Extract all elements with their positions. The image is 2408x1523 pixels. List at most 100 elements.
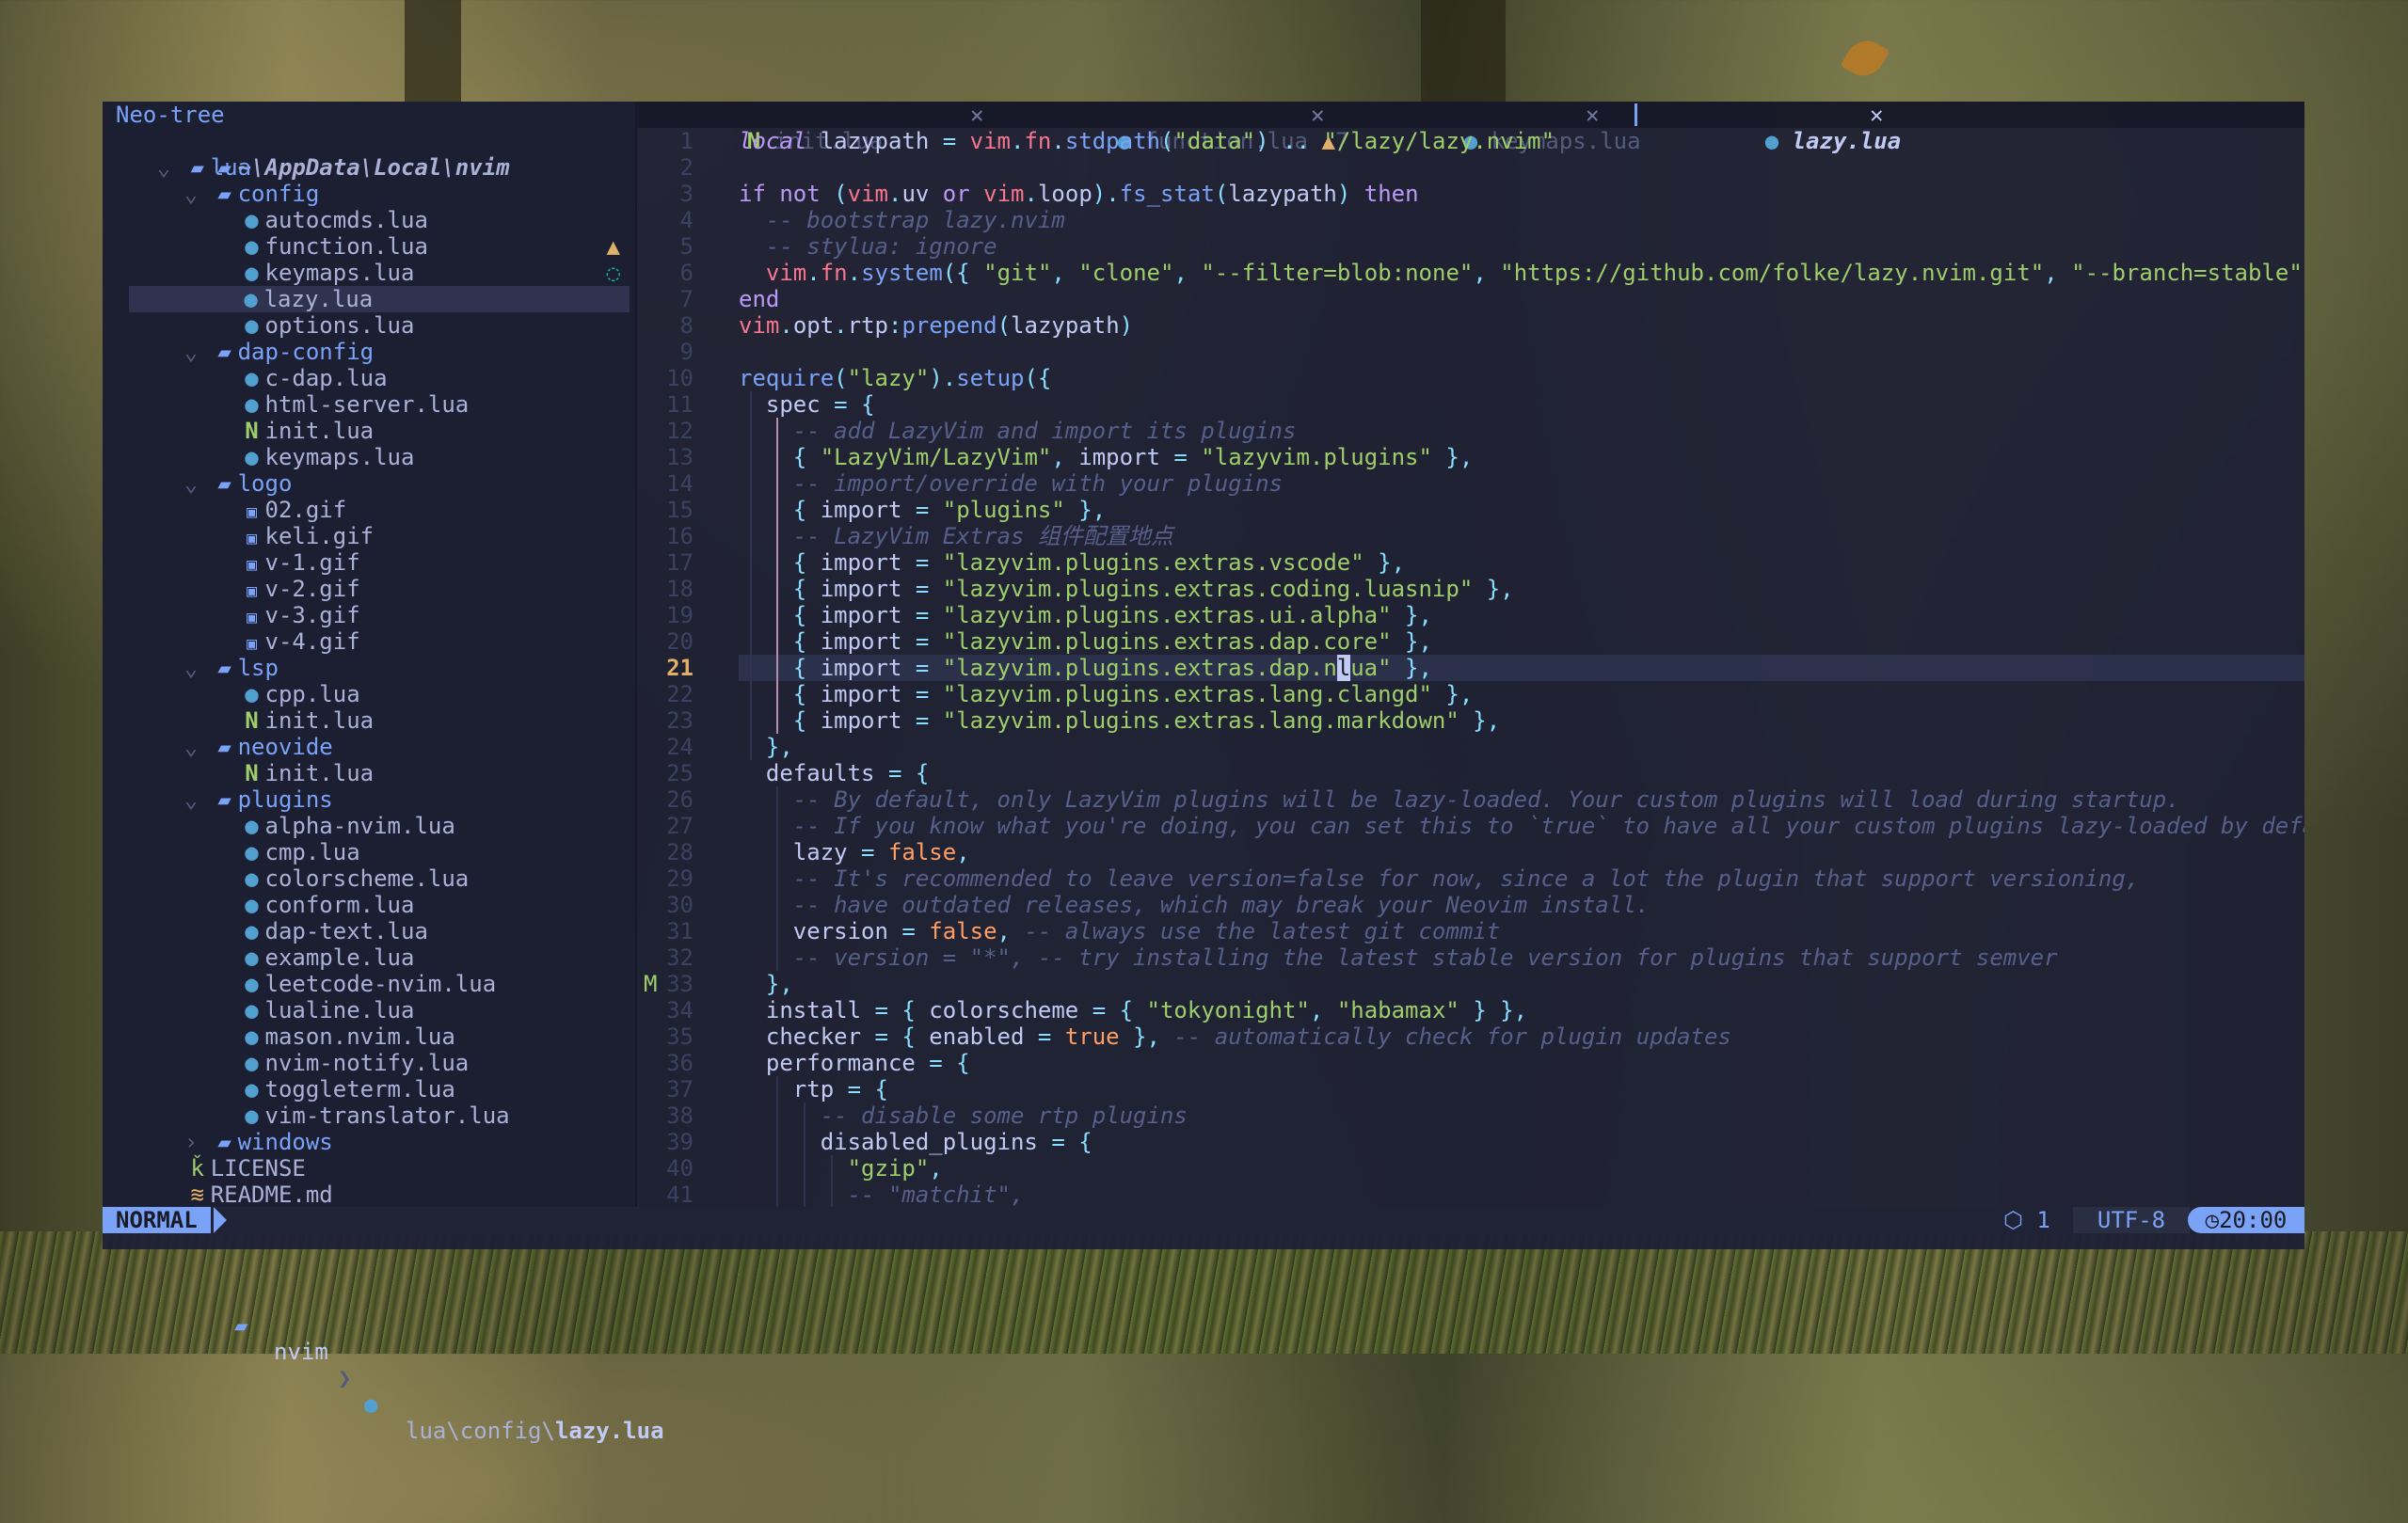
chevron-right-icon[interactable]: › — [184, 1129, 212, 1155]
code-line[interactable]: }, — [739, 971, 2304, 997]
code-line[interactable]: disabled_plugins = { — [739, 1129, 2304, 1155]
tab-keymaps-lua[interactable]: ● keymaps.lua — [1382, 102, 1641, 154]
tree-file[interactable]: ● options.lua — [103, 312, 630, 339]
tree-file[interactable]: ● lualine.lua — [103, 997, 630, 1023]
close-icon[interactable]: ✕ — [970, 102, 983, 128]
tab-function-lua[interactable]: ● function.lua ▲7 — [1036, 102, 1349, 154]
code-line[interactable]: { import = "lazyvim.plugins.extras.ui.al… — [739, 602, 2304, 628]
tree-file[interactable]: ● nvim-notify.lua — [103, 1050, 630, 1076]
code-line[interactable]: vim.fn.system({ "git", "clone", "--filte… — [739, 260, 2304, 286]
code-line[interactable]: { import = "lazyvim.plugins.extras.vscod… — [739, 549, 2304, 576]
code-line[interactable]: -- It's recommended to leave version=fal… — [739, 865, 2304, 892]
close-icon[interactable]: ✕ — [1586, 102, 1599, 128]
code-line[interactable]: -- LazyVim Extras 组件配置地点 — [739, 523, 2304, 549]
code-line[interactable] — [739, 339, 2304, 365]
tree-folder[interactable]: ⌄ ▰ logo — [103, 470, 630, 497]
code-line[interactable]: -- have outdated releases, which may bre… — [739, 892, 2304, 918]
tree-folder[interactable]: ⌄ ▰ dap-config — [103, 339, 630, 365]
code-line[interactable]: spec = { — [739, 391, 2304, 418]
close-icon[interactable]: ✕ — [1870, 102, 1883, 128]
code-line[interactable]: checker = { enabled = true }, -- automat… — [739, 1023, 2304, 1050]
code-line[interactable]: -- import/override with your plugins — [739, 470, 2304, 497]
chevron-down-icon[interactable]: ⌄ — [184, 181, 212, 207]
tree-file[interactable]: ▣ v-1.gif — [103, 549, 630, 576]
code-line[interactable]: vim.opt.rtp:prepend(lazypath) — [739, 312, 2304, 339]
tree-file[interactable]: Ninit.lua — [103, 707, 630, 734]
tree-folder[interactable]: ⌄ ▰ config — [103, 181, 630, 207]
tree-file[interactable]: ● mason.nvim.lua — [103, 1023, 630, 1050]
tree-file[interactable]: ● function.lua ▲ — [103, 233, 630, 260]
code-editor[interactable]: 1 local lazypath = vim.fn.stdpath("data")… — [637, 128, 2304, 1207]
code-line[interactable]: if not (vim.uv or vim.loop).fs_stat(lazy… — [739, 181, 2304, 207]
chevron-down-icon[interactable]: ⌄ — [184, 734, 212, 760]
tree-folder[interactable]: ⌄ ▰ lsp — [103, 655, 630, 681]
code-line[interactable]: end — [739, 286, 2304, 312]
code-line[interactable]: -- disable some rtp plugins — [739, 1103, 2304, 1129]
tree-file[interactable]: ● html-server.lua — [103, 391, 630, 418]
code-line[interactable]: "gzip", — [739, 1155, 2304, 1182]
chevron-down-icon[interactable]: ⌄ — [184, 470, 212, 497]
tree-file[interactable]: ● cmp.lua — [103, 839, 630, 865]
tree-file[interactable]: ▣ v-4.gif — [103, 628, 630, 655]
code-line[interactable]: version = false, -- always use the lates… — [739, 918, 2304, 944]
code-line[interactable]: -- By default, only LazyVim plugins will… — [739, 786, 2304, 813]
tree-file[interactable]: ● dap-text.lua — [103, 918, 630, 944]
code-line[interactable]: { import = "lazyvim.plugins.extras.dap.c… — [739, 628, 2304, 655]
tree-file[interactable]: ● cpp.lua — [103, 681, 630, 707]
tree-file[interactable]: ▣ 02.gif — [103, 497, 630, 523]
tree-folder[interactable]: › ▰ windows — [103, 1129, 630, 1155]
tree-folder[interactable]: ⌄ ▰ lua — [103, 154, 630, 181]
tree-file[interactable]: ● conform.lua — [103, 892, 630, 918]
code-line[interactable]: { "LazyVim/LazyVim", import = "lazyvim.p… — [739, 444, 2304, 470]
code-line[interactable]: -- add LazyVim and import its plugins — [739, 418, 2304, 444]
tree-file[interactable]: Ninit.lua — [103, 418, 630, 444]
tree-file[interactable]: ● colorscheme.lua — [103, 865, 630, 892]
tree-file[interactable]: ● keymaps.lua — [103, 444, 630, 470]
tree-file[interactable]: ▣ v-2.gif — [103, 576, 630, 602]
code-line[interactable]: -- "matchit", — [739, 1182, 2304, 1207]
code-line[interactable]: { import = "lazyvim.plugins.extras.lang.… — [739, 707, 2304, 734]
tree-file[interactable]: ● example.lua — [103, 944, 630, 971]
chevron-down-icon[interactable]: ⌄ — [184, 339, 212, 365]
code-line[interactable]: local lazypath = vim.fn.stdpath("data") … — [739, 128, 2304, 154]
code-line[interactable]: rtp = { — [739, 1076, 2304, 1103]
tree-file[interactable]: ● autocmds.lua — [103, 207, 630, 233]
tree-file[interactable]: ▣ v-3.gif — [103, 602, 630, 628]
tree-file[interactable]: ● c-dap.lua — [103, 365, 630, 391]
code-line[interactable]: -- version = "*", -- try installing the … — [739, 944, 2304, 971]
chevron-down-icon[interactable]: ⌄ — [184, 655, 212, 681]
tree-root[interactable]: ▰ ~\AppData\Local\nvim — [103, 128, 630, 181]
code-line[interactable]: lazy = false, — [739, 839, 2304, 865]
tree-file[interactable]: ● lazy.lua — [129, 286, 630, 312]
code-line[interactable]: -- bootstrap lazy.nvim — [739, 207, 2304, 233]
close-icon[interactable]: ✕ — [1311, 102, 1324, 128]
code-line[interactable]: { import = "plugins" }, — [739, 497, 2304, 523]
tree-file[interactable]: ≋ README.md — [103, 1182, 630, 1208]
tree-file[interactable]: ▣ keli.gif — [103, 523, 630, 549]
tree-file[interactable]: ● keymaps.lua ◌ — [103, 260, 630, 286]
code-line[interactable]: performance = { — [739, 1050, 2304, 1076]
code-line[interactable]: require("lazy").setup({ — [739, 365, 2304, 391]
code-line[interactable]: { import = "lazyvim.plugins.extras.lang.… — [739, 681, 2304, 707]
code-line[interactable]: -- stylua: ignore — [739, 233, 2304, 260]
chevron-down-icon[interactable]: ⌄ — [184, 786, 212, 813]
tree-file[interactable]: ● toggleterm.lua — [103, 1076, 630, 1103]
tree-folder[interactable]: ⌄ ▰ neovide — [103, 734, 630, 760]
tree-file[interactable]: ● leetcode-nvim.lua M — [103, 971, 657, 997]
code-line[interactable]: -- If you know what you're doing, you ca… — [739, 813, 2304, 839]
tab-lazy-lua[interactable]: ● lazy.lua — [1683, 102, 1902, 154]
tree-folder[interactable]: ⌄ ▰ plugins — [103, 786, 630, 813]
code-line[interactable]: { import = "lazyvim.plugins.extras.dap.n… — [739, 655, 2304, 681]
code-line[interactable] — [739, 154, 2304, 181]
code-line[interactable]: { import = "lazyvim.plugins.extras.codin… — [739, 576, 2304, 602]
code-line[interactable]: install = { colorscheme = { "tokyonight"… — [739, 997, 2304, 1023]
code-line[interactable]: }, — [739, 734, 2304, 760]
tree-file[interactable]: ǩ LICENSE — [103, 1155, 630, 1182]
tab-init-lua[interactable]: N init.lua — [665, 102, 884, 154]
code-line[interactable]: defaults = { — [739, 760, 2304, 786]
tree-file[interactable]: ● vim-translator.lua — [103, 1103, 630, 1129]
chevron-down-icon[interactable]: ⌄ — [157, 154, 184, 181]
tree-file[interactable]: Ninit.lua — [103, 760, 630, 786]
tree-file[interactable]: ● alpha-nvim.lua — [103, 813, 630, 839]
